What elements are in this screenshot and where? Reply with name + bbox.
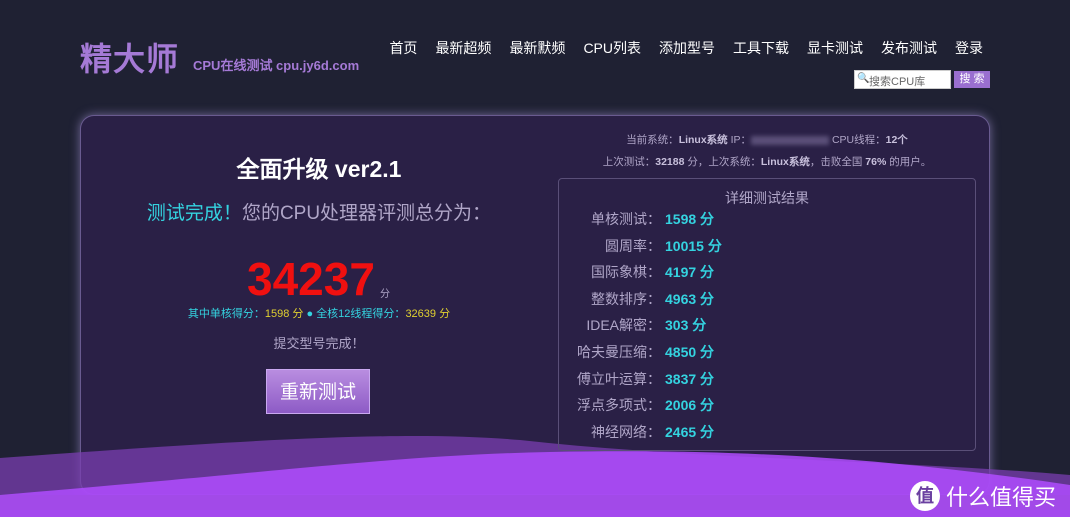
search-button[interactable]: 搜 索 bbox=[954, 71, 990, 88]
search-input[interactable]: 🔍 搜索CPU库 bbox=[854, 70, 951, 89]
watermark: 值什么值得买 bbox=[910, 480, 1056, 512]
search-icon: 🔍 bbox=[857, 73, 870, 84]
result-row: 浮点多项式： 2006 分 bbox=[559, 395, 975, 415]
panel-title: 详细测试结果 bbox=[725, 190, 809, 206]
total-score: 34237 bbox=[247, 253, 375, 305]
result-row: 圆周率： 10015 分 bbox=[559, 236, 975, 256]
done-text: 您的CPU处理器评测总分为： bbox=[241, 203, 492, 224]
nav-publish[interactable]: 发布测试 bbox=[881, 38, 937, 58]
result-row: 单核测试： 1598 分 bbox=[559, 209, 975, 229]
result-label: 圆周率： bbox=[605, 237, 661, 254]
nav-home[interactable]: 首页 bbox=[389, 38, 417, 58]
result-label: 哈夫曼压缩： bbox=[577, 344, 661, 360]
logo[interactable]: 精大师 bbox=[80, 34, 179, 80]
result-value: 4197 分 bbox=[665, 264, 715, 281]
detailed-results-panel: 详细测试结果 单核测试： 1598 分圆周率： 10015 分国际象棋： 4197 分… bbox=[558, 178, 976, 451]
result-value: 4963 分 bbox=[665, 290, 715, 307]
result-value: 2006 分 bbox=[665, 397, 715, 414]
result-label: IDEA解密： bbox=[586, 317, 661, 334]
retest-button[interactable]: 重新测试 bbox=[266, 369, 370, 414]
nav-login[interactable]: 登录 bbox=[955, 38, 983, 58]
result-value: 10015 分 bbox=[665, 237, 722, 254]
result-row: 国际象棋： 4197 分 bbox=[559, 262, 975, 282]
nav-add-model[interactable]: 添加型号 bbox=[659, 38, 715, 58]
result-row: 整数排序： 4963 分 bbox=[559, 289, 975, 309]
page: 精大师 CPU在线测试 cpu.jy6d.com 首页 最新超频 最新默频 CP… bbox=[0, 0, 1070, 517]
result-label: 神经网络： bbox=[591, 423, 661, 440]
done-label: 测试完成！ bbox=[146, 203, 242, 224]
result-label: 单核测试： bbox=[591, 211, 661, 227]
result-row: 哈夫曼压缩： 4850 分 bbox=[559, 342, 975, 362]
score-unit: 分 bbox=[380, 289, 390, 300]
submit-status: 提交型号完成！ bbox=[273, 336, 365, 351]
result-row: 傅立叶运算： 3837 分 bbox=[559, 369, 975, 389]
nav-cpu-list[interactable]: CPU列表 bbox=[583, 38, 641, 58]
result-value: 2465 分 bbox=[665, 423, 715, 440]
result-label: 整数排序： bbox=[591, 290, 661, 307]
result-label: 国际象棋： bbox=[591, 264, 661, 281]
result-value: 1598 分 bbox=[665, 211, 715, 227]
done-message: 测试完成！您的CPU处理器评测总分为： bbox=[80, 198, 558, 225]
ip-redacted bbox=[751, 135, 830, 145]
zhi-logo-icon: 值 bbox=[910, 481, 940, 511]
nav-gpu-test[interactable]: 显卡测试 bbox=[807, 38, 863, 58]
result-label: 浮点多项式： bbox=[577, 397, 661, 414]
nav-latest-oc[interactable]: 最新超频 bbox=[435, 38, 491, 58]
result-row: IDEA解密： 303 分 bbox=[559, 315, 975, 335]
score-breakdown: 其中单核得分：1598 分 ● 全核12线程得分：32639 分 bbox=[187, 308, 451, 320]
search-placeholder: 搜索CPU库 bbox=[869, 76, 926, 88]
system-info: 当前系统：Linux系统 IP： CPU线程：12个 bbox=[626, 134, 908, 146]
result-label: 傅立叶运算： bbox=[577, 370, 661, 387]
last-test-info: 上次测试：32188 分，上次系统：Linux系统，击败全国 76% 的用户。 bbox=[602, 156, 932, 168]
result-value: 3837 分 bbox=[665, 370, 715, 387]
site-subtitle: CPU在线测试 cpu.jy6d.com bbox=[193, 58, 360, 73]
result-value: 4850 分 bbox=[665, 344, 715, 360]
result-row: 神经网络： 2465 分 bbox=[559, 422, 975, 442]
nav-tools[interactable]: 工具下载 bbox=[733, 38, 789, 58]
page-title: 全面升级 ver2.1 bbox=[236, 156, 402, 182]
result-value: 303 分 bbox=[665, 317, 707, 334]
nav-bar: 首页 最新超频 最新默频 CPU列表 添加型号 工具下载 显卡测试 发布测试 登… bbox=[389, 38, 983, 58]
nav-latest-default[interactable]: 最新默频 bbox=[509, 38, 565, 58]
